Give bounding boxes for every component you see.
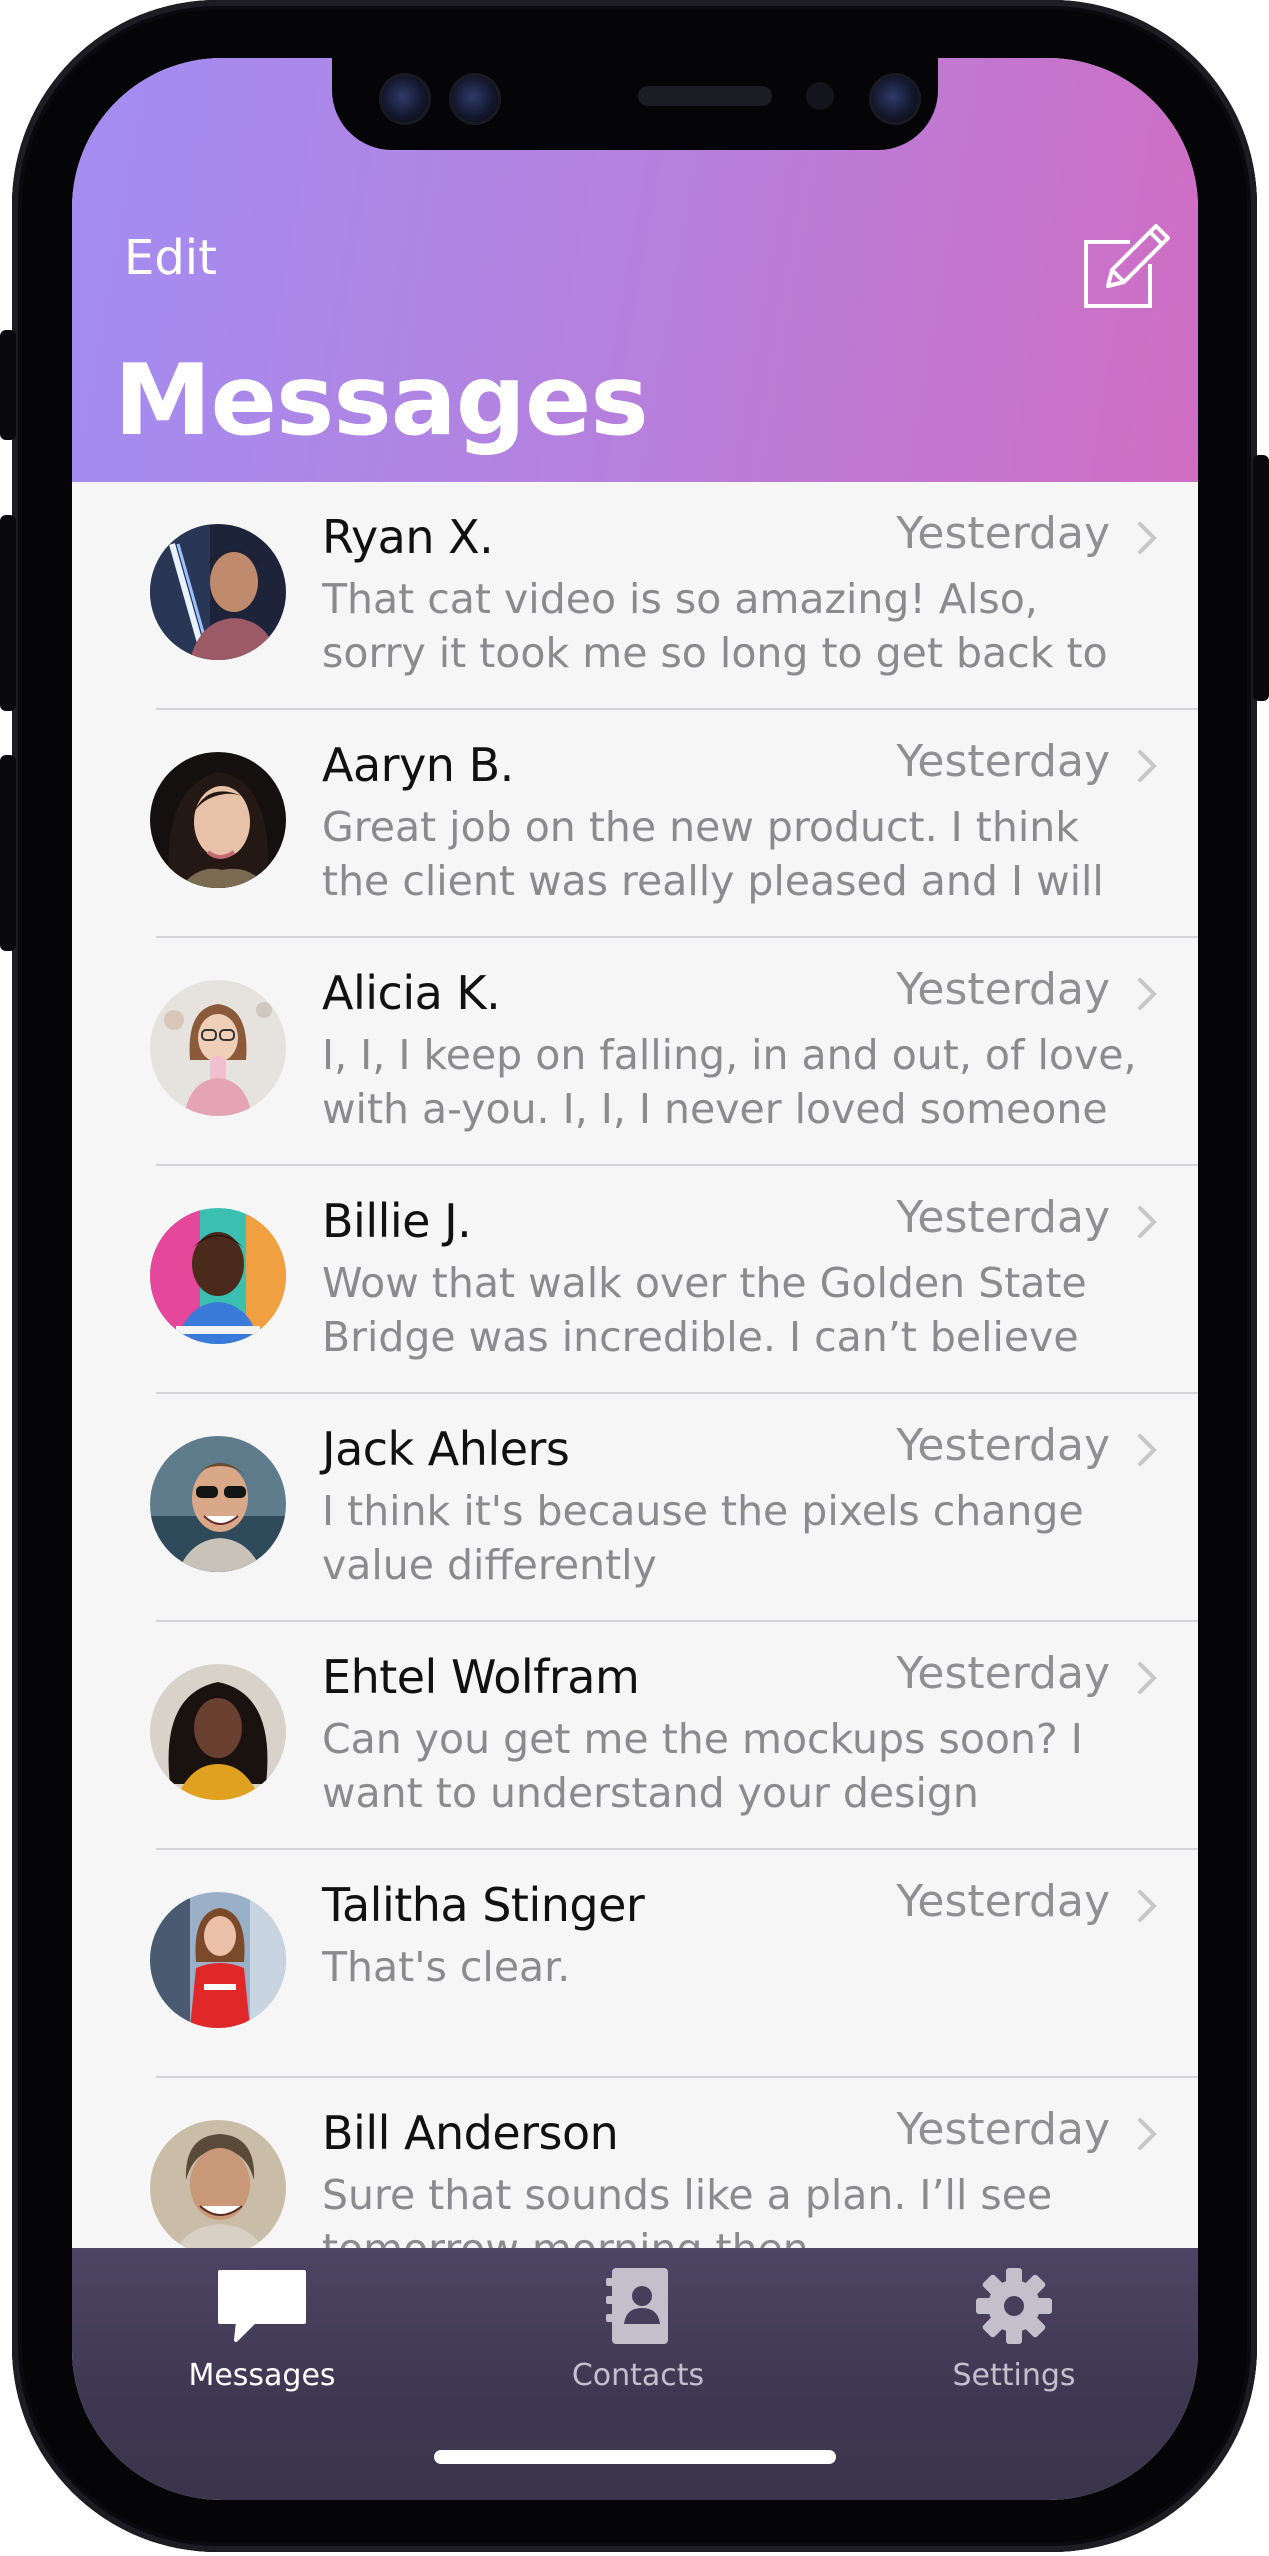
contact-name: Jack Ahlers <box>322 1422 570 1476</box>
contact-name: Talitha Stinger <box>322 1878 645 1932</box>
chevron-right-icon <box>1138 1206 1157 1238</box>
compose-icon[interactable] <box>1078 220 1174 316</box>
conversation-row[interactable]: Jack Ahlers Yesterday I think it's becau… <box>72 1394 1198 1622</box>
page-title: Messages <box>114 344 649 458</box>
avatar <box>150 524 286 660</box>
screen: Edit Messages Ryan X. Yesterday That cat… <box>72 58 1198 2500</box>
mute-switch <box>0 330 16 440</box>
avatar <box>150 1436 286 1572</box>
chevron-right-icon <box>1138 1434 1157 1466</box>
contact-name: Bill Anderson <box>322 2106 619 2160</box>
header: Edit Messages <box>72 58 1198 482</box>
timestamp: Yesterday <box>896 1876 1110 1927</box>
tab-messages[interactable]: Messages <box>142 2266 382 2416</box>
conversation-row[interactable]: Alicia K. Yesterday I, I, I keep on fall… <box>72 938 1198 1166</box>
chevron-right-icon <box>1138 2118 1157 2150</box>
proximity-sensor <box>806 82 834 110</box>
avatar <box>150 1208 286 1344</box>
timestamp: Yesterday <box>896 964 1110 1015</box>
message-preview: Great job on the new product. I think th… <box>322 803 1104 905</box>
timestamp: Yesterday <box>896 508 1110 559</box>
tab-settings[interactable]: Settings <box>894 2266 1134 2416</box>
avatar <box>150 752 286 888</box>
conversation-row[interactable]: Billie J. Yesterday Wow that walk over t… <box>72 1166 1198 1394</box>
volume-down-button <box>0 755 16 951</box>
home-indicator[interactable] <box>434 2450 836 2464</box>
chevron-right-icon <box>1138 750 1157 782</box>
front-camera-icon <box>872 76 918 122</box>
conversation-list[interactable]: Ryan X. Yesterday That cat video is so a… <box>72 482 1198 2312</box>
chevron-right-icon <box>1138 978 1157 1010</box>
avatar <box>150 2120 286 2256</box>
contact-name: Billie J. <box>322 1194 472 1248</box>
power-button <box>1253 455 1269 701</box>
chevron-right-icon <box>1138 522 1157 554</box>
tab-label: Messages <box>188 2358 336 2393</box>
tab-label: Contacts <box>571 2358 705 2393</box>
conversation-row[interactable]: Ryan X. Yesterday That cat video is so a… <box>72 482 1198 710</box>
camera-icon <box>452 76 498 122</box>
avatar <box>150 980 286 1116</box>
chevron-right-icon <box>1138 1662 1157 1694</box>
message-preview: That's clear. <box>322 1943 571 1991</box>
message-preview: Can you get me the mockups soon? I want … <box>322 1715 1083 1817</box>
gear-icon <box>976 2268 1052 2344</box>
avatar <box>150 1892 286 2028</box>
speaker-grille <box>638 86 772 106</box>
conversation-row[interactable]: Aaryn B. Yesterday Great job on the new … <box>72 710 1198 938</box>
contact-name: Aaryn B. <box>322 738 514 792</box>
timestamp: Yesterday <box>896 736 1110 787</box>
message-preview: I think it's because the pixels change v… <box>322 1487 1084 1589</box>
contact-name: Ehtel Wolfram <box>322 1650 640 1704</box>
conversation-row[interactable]: Ehtel Wolfram Yesterday Can you get me t… <box>72 1622 1198 1850</box>
contact-name: Alicia K. <box>322 966 501 1020</box>
edit-button[interactable]: Edit <box>124 230 217 286</box>
timestamp: Yesterday <box>896 1420 1110 1471</box>
camera-icon <box>382 76 428 122</box>
timestamp: Yesterday <box>896 1648 1110 1699</box>
timestamp: Yesterday <box>896 2104 1110 2155</box>
contact-name: Ryan X. <box>322 510 494 564</box>
conversation-row[interactable]: Talitha Stinger Yesterday That's clear. <box>72 1850 1198 2078</box>
volume-up-button <box>0 515 16 711</box>
tab-label: Settings <box>952 2358 1076 2393</box>
contacts-book-icon <box>606 2268 668 2344</box>
chat-bubble-icon <box>218 2270 306 2342</box>
timestamp: Yesterday <box>896 1192 1110 1243</box>
message-preview: Wow that walk over the Golden State Brid… <box>322 1259 1087 1361</box>
chevron-right-icon <box>1138 1890 1157 1922</box>
message-preview: I, I, I keep on falling, in and out, of … <box>322 1031 1137 1133</box>
tab-contacts[interactable]: Contacts <box>518 2266 758 2416</box>
notch <box>332 58 938 150</box>
avatar <box>150 1664 286 1800</box>
message-preview: That cat video is so amazing! Also, sorr… <box>322 575 1108 677</box>
